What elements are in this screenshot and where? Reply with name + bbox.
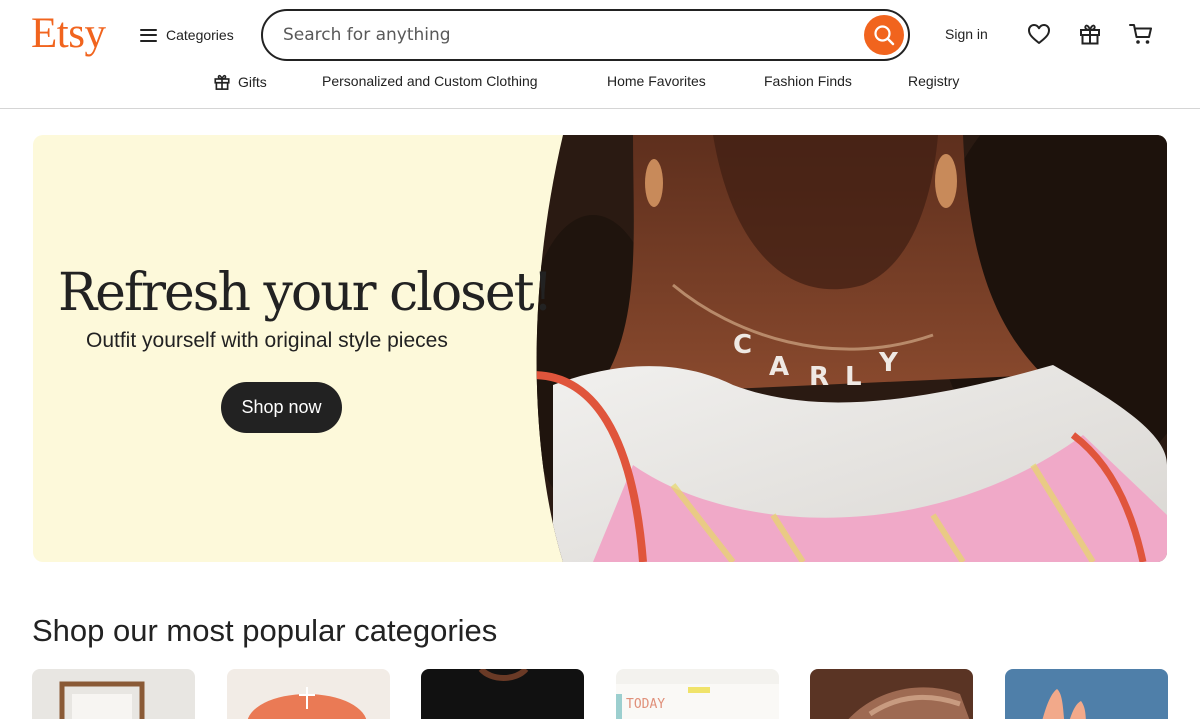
cart-button[interactable]	[1128, 21, 1154, 47]
svg-text:C: C	[733, 330, 752, 360]
category-card-hand-jewelry[interactable]	[810, 669, 973, 719]
shop-now-button[interactable]: Shop now	[221, 382, 342, 433]
hero-title: Refresh your closet!	[58, 263, 553, 323]
nav-item-fashion-finds[interactable]: Fashion Finds	[764, 73, 852, 89]
category-cards: TODAY	[32, 669, 1168, 719]
nav-item-registry[interactable]: Registry	[908, 73, 959, 89]
sign-in-link[interactable]: Sign in	[945, 26, 988, 42]
sub-navigation: Gifts Personalized and Custom Clothing H…	[0, 73, 1200, 93]
nav-item-personalized-clothing[interactable]: Personalized and Custom Clothing	[322, 73, 538, 89]
nav-item-gifts[interactable]: Gifts	[213, 73, 267, 91]
favorites-button[interactable]	[1026, 21, 1052, 47]
search-input[interactable]	[283, 20, 843, 50]
svg-text:R: R	[809, 362, 829, 392]
nav-item-home-favorites[interactable]: Home Favorites	[607, 73, 706, 89]
category-image	[59, 681, 145, 719]
cart-icon	[1129, 24, 1152, 44]
category-image	[478, 669, 529, 681]
planner-caption: TODAY	[626, 697, 666, 712]
categories-button[interactable]: Categories	[140, 22, 234, 48]
gift-icon	[214, 74, 230, 90]
svg-text:A: A	[769, 352, 789, 382]
gift-mode-button[interactable]	[1077, 21, 1103, 47]
category-card-planner[interactable]: TODAY	[616, 669, 779, 719]
menu-icon	[140, 28, 157, 42]
nav-item-label: Gifts	[238, 74, 267, 90]
gift-icon	[1080, 24, 1100, 45]
site-header: Etsy Categories Sign in	[0, 0, 1200, 109]
hero-subtitle: Outfit yourself with original style piec…	[86, 329, 448, 352]
category-image	[247, 687, 367, 719]
heart-icon	[1028, 24, 1050, 44]
category-image	[1042, 689, 1086, 719]
categories-label: Categories	[166, 27, 234, 43]
svg-text:Y: Y	[878, 348, 899, 378]
category-image	[848, 687, 970, 719]
category-card-embroidery[interactable]	[227, 669, 390, 719]
svg-text:L: L	[845, 362, 862, 392]
hero-banner[interactable]: C A R L Y Refresh your closet! Outfit yo…	[33, 135, 1167, 562]
category-card-frame[interactable]	[32, 669, 195, 719]
category-card-black-shirt[interactable]	[421, 669, 584, 719]
section-title: Shop our most popular categories	[32, 613, 498, 648]
etsy-logo[interactable]: Etsy	[31, 8, 106, 60]
search-button[interactable]	[864, 15, 904, 55]
search-icon	[874, 25, 895, 46]
category-card-hand-blue[interactable]	[1005, 669, 1168, 719]
search-bar	[261, 9, 910, 61]
